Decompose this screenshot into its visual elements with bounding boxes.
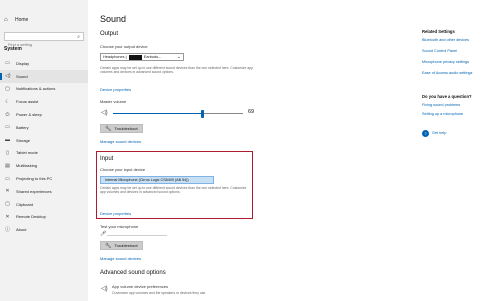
- input-device-properties-link[interactable]: Device properties: [100, 211, 131, 216]
- power-icon: ⏻: [5, 111, 10, 118]
- sidebar-item-display[interactable]: ▭ Display: [0, 57, 88, 70]
- sidebar-item-label: Display: [16, 60, 30, 66]
- sidebar-nav: ▭ Display ◁) Sound ▢ Notifications & actions ☾…: [0, 57, 88, 236]
- sidebar-item-power-sleep[interactable]: ⏻ Power & sleep: [0, 108, 88, 121]
- output-device-properties-link[interactable]: Device properties: [100, 87, 131, 92]
- output-description: Certain apps may be set up to use differ…: [100, 66, 253, 75]
- volume-value: 69: [248, 109, 255, 115]
- sidebar-item-label: Clipboard: [16, 201, 34, 207]
- sidebar-item-label: Shared experiences: [16, 188, 52, 194]
- tablet-icon: ▯: [6, 149, 9, 156]
- sidebar-item-battery[interactable]: ▭ Battery: [0, 121, 88, 134]
- mic-level-meter: [107, 234, 167, 236]
- sidebar-item-clipboard[interactable]: ▢ Clipboard: [0, 198, 88, 211]
- sound-icon: ◁): [5, 73, 11, 80]
- sidebar-item-label: Projecting to this PC: [16, 176, 53, 182]
- redacted-text: [128, 54, 142, 60]
- get-help-icon[interactable]: ?: [422, 130, 429, 137]
- sidebar-item-label: Focus assist: [16, 99, 39, 105]
- output-manage-devices-link[interactable]: Manage sound devices: [100, 139, 141, 144]
- master-volume-row: ◁) 69: [100, 108, 260, 118]
- settings-search-box[interactable]: ⌕: [4, 32, 84, 48]
- input-device-label: Choose your input device: [100, 167, 146, 172]
- sidebar-item-multitasking[interactable]: ▤ Multitasking: [0, 159, 88, 172]
- home-label: Home: [15, 17, 29, 23]
- troubleshoot-label: Troubleshoot: [114, 243, 138, 248]
- sidebar-item-shared-experiences[interactable]: ✕ Shared experiences: [0, 185, 88, 198]
- battery-icon: ▭: [5, 124, 10, 131]
- storage-icon: ▬: [5, 137, 10, 144]
- output-device-suffix: Earbuds...: [143, 55, 162, 59]
- wrench-icon: 🔧︎: [105, 125, 112, 132]
- sidebar-item-notifications-actions[interactable]: ▢ Notifications & actions: [0, 83, 88, 96]
- sidebar-item-sound[interactable]: ◁) Sound: [0, 69, 88, 83]
- get-help-link[interactable]: Get help: [432, 131, 446, 135]
- troubleshoot-label: Troubleshoot: [114, 126, 138, 131]
- question-link-fixing-sound[interactable]: Fixing sound problems: [422, 103, 460, 107]
- related-settings-heading: Related Settings: [422, 29, 455, 34]
- volume-slider-thumb[interactable]: [201, 109, 204, 118]
- sidebar-item-tablet-mode[interactable]: ▯ Tablet mode: [0, 147, 88, 160]
- app-volume-title[interactable]: App volume device preferences: [112, 284, 168, 289]
- home-icon: ⌂: [4, 17, 8, 23]
- sidebar-home[interactable]: ⌂ Home: [4, 17, 28, 23]
- sidebar-item-label: Storage: [16, 137, 31, 143]
- display-icon: ▭: [5, 60, 10, 67]
- clipboard-icon: ▢: [5, 201, 10, 208]
- sidebar-item-remote-desktop[interactable]: ✕ Remote Desktop: [0, 211, 88, 224]
- related-link-bluetooth[interactable]: Bluetooth and other devices: [422, 38, 469, 42]
- output-device-dropdown[interactable]: Headphones ( Earbuds... ⌄: [100, 53, 184, 61]
- input-troubleshoot-button[interactable]: 🔧︎ Troubleshoot: [100, 241, 143, 250]
- input-manage-devices-link[interactable]: Manage sound devices: [100, 256, 141, 261]
- sidebar-item-label: Remote Desktop: [16, 214, 46, 220]
- app-volume-description: Customize app volumes and the speakers o…: [112, 291, 207, 295]
- volume-slider-fill: [113, 113, 203, 114]
- input-description: Certain apps may be set up to use differ…: [100, 186, 247, 195]
- app-volume-icon: ◁): [101, 286, 108, 292]
- sidebar-section-header: System: [4, 46, 22, 52]
- search-icon[interactable]: ⌕: [77, 34, 80, 40]
- output-heading: Output: [100, 31, 119, 37]
- sidebar-item-label: Power & sleep: [16, 112, 42, 118]
- sidebar-item-label: Multitasking: [16, 163, 38, 169]
- related-link-sound-control-panel[interactable]: Sound Control Panel: [422, 49, 457, 53]
- projecting-icon: ▭: [5, 175, 10, 182]
- sidebar-item-storage[interactable]: ▬ Storage: [0, 134, 88, 147]
- sidebar-item-focus-assist[interactable]: ☾ Focus assist: [0, 95, 88, 108]
- question-link-microphone-setup[interactable]: Setting up a microphone: [422, 112, 463, 116]
- test-microphone-label: Test your microphone: [100, 224, 139, 229]
- advanced-heading: Advanced sound options: [100, 270, 166, 276]
- multitasking-icon: ▤: [5, 162, 10, 169]
- sidebar-item-label: Sound: [16, 73, 28, 79]
- page-title: Sound: [100, 14, 127, 24]
- chevron-down-icon: ⌄: [176, 54, 181, 60]
- sidebar-item-label: Tablet mode: [16, 150, 38, 156]
- master-volume-label: Master volume: [100, 99, 127, 104]
- sidebar-item-label: About: [16, 227, 27, 233]
- mic-level-row: 🎤︎: [100, 231, 170, 238]
- focus-assist-icon: ☾: [5, 98, 10, 105]
- microphone-icon: 🎤︎: [100, 231, 107, 237]
- input-device-option-selected[interactable]: Internal Microphone (Cirrus Logic CS8409…: [100, 176, 214, 184]
- wrench-icon: 🔧︎: [105, 242, 112, 249]
- output-device-label: Choose your output device: [100, 44, 148, 49]
- remote-desktop-icon: ✕: [5, 213, 10, 220]
- output-troubleshoot-button[interactable]: 🔧︎ Troubleshoot: [100, 124, 143, 133]
- shared-experiences-icon: ✕: [5, 188, 10, 195]
- output-device-prefix: Headphones (: [103, 55, 127, 59]
- about-icon: ⓘ: [5, 227, 11, 234]
- volume-slider[interactable]: [113, 109, 243, 118]
- sidebar-item-label: Notifications & actions: [16, 86, 56, 92]
- related-link-ease-of-access[interactable]: Ease of Access audio settings: [422, 71, 472, 75]
- input-heading: Input: [100, 156, 114, 162]
- sidebar-item-projecting-to-this-pc[interactable]: ▭ Projecting to this PC: [0, 172, 88, 185]
- question-heading: Do you have a question?: [422, 94, 472, 99]
- input-section-highlight: [96, 151, 253, 219]
- sidebar-item-about[interactable]: ⓘ About: [0, 223, 88, 236]
- related-link-microphone-privacy[interactable]: Microphone privacy settings: [422, 60, 469, 64]
- notifications-icon: ▢: [5, 85, 10, 92]
- sidebar-item-label: Battery: [16, 124, 29, 130]
- speaker-icon[interactable]: ◁): [101, 109, 108, 116]
